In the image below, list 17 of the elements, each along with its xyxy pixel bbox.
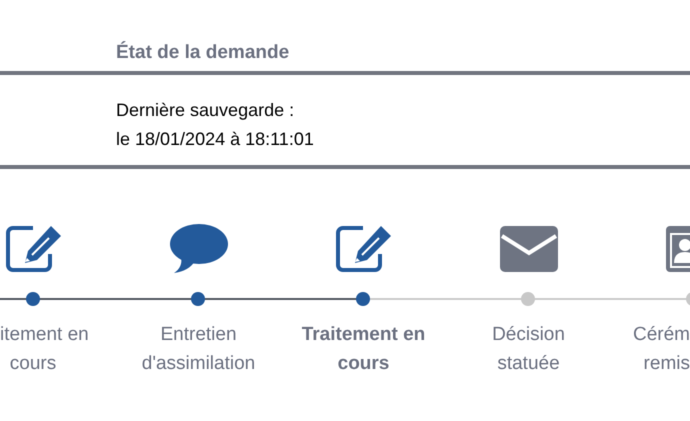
section-title: État de la demande: [116, 42, 290, 64]
envelope-icon: [500, 226, 558, 272]
last-save-label: Dernière sauvegarde :: [116, 99, 294, 122]
speech-bubble-icon: [168, 223, 228, 275]
edit-icon: [4, 224, 62, 274]
step-label: statuée: [497, 352, 560, 376]
last-save-date: le 18/01/2024 à 18:11:01: [116, 128, 314, 151]
step-label: itement en: [0, 323, 89, 347]
step-label: d'assimilation: [142, 352, 256, 376]
step-label: Entretien: [160, 323, 237, 347]
step-label: cours: [10, 352, 56, 376]
step-label: Décision: [492, 323, 565, 347]
edit-icon: [334, 224, 392, 274]
step-label: Traitement en: [302, 323, 426, 347]
step-label: remis: [644, 352, 690, 376]
step-label: cours: [338, 352, 390, 376]
step-label: Cérém: [632, 323, 690, 347]
